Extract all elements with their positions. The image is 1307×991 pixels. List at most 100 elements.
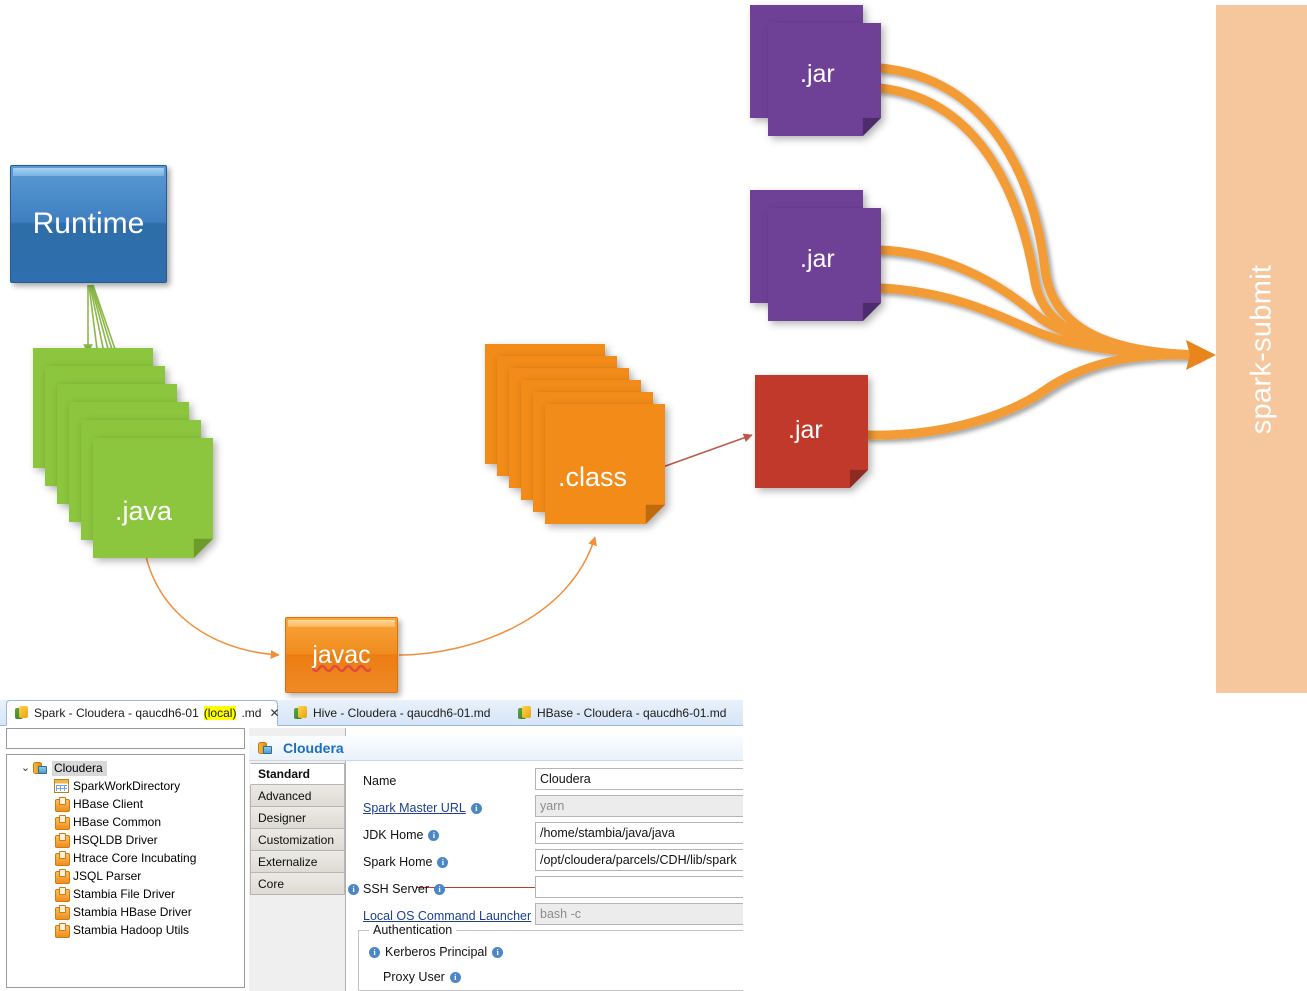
field-label-ssh-server: SSH Server: [363, 882, 429, 896]
info-icon[interactable]: i: [470, 802, 482, 814]
tree-item-stambia-file-driver[interactable]: Stambia File Driver: [7, 885, 244, 903]
tree-item-cloudera[interactable]: ⌄ Cloudera: [7, 759, 244, 777]
field-label-proxy-user: Proxy User: [383, 970, 445, 984]
tree-item-stambia-hadoop-utils[interactable]: Stambia Hadoop Utils: [7, 921, 244, 939]
tree-item-hbase-common[interactable]: HBase Common: [7, 813, 244, 831]
tree-item-sparkworkdirectory[interactable]: SparkWorkDirectory: [7, 777, 244, 795]
tab-spark-label-pre: Spark - Cloudera - qaucdh6-01: [34, 706, 199, 720]
edge-javac-to-class: [398, 536, 597, 656]
tree-item-hbase-client[interactable]: HBase Client: [7, 795, 244, 813]
package-icon: [54, 797, 70, 812]
field-row-name: Name: [346, 768, 396, 794]
field-row-spark-home: Spark Home i: [346, 849, 449, 875]
window-right-blank-area: [743, 700, 1307, 991]
runtime-node: Runtime: [10, 165, 167, 283]
tree-item-htrace-core-incubating[interactable]: Htrace Core Incubating: [7, 849, 244, 867]
java-file-icon: [15, 706, 29, 720]
editor-tab-bar: Spark - Cloudera - qaucdh6-01 (local) .md…: [0, 700, 745, 726]
tab-hive-cloudera[interactable]: Hive - Cloudera - qaucdh6-01.md: [286, 700, 498, 726]
edges-jars-to-spark-submit: [863, 63, 1201, 440]
section-tab-label: Standard: [258, 767, 311, 781]
metadata-tree-panel: ⌄ Cloudera SparkWorkDirectory HBase Clie…: [6, 728, 245, 988]
tab-close-icon[interactable]: ✕: [269, 707, 279, 719]
field-value-spark-home: /opt/cloudera/parcels/CDH/lib/spark: [540, 853, 737, 867]
spark-submit-arrowhead: [1186, 340, 1216, 370]
class-files-node: .class: [485, 344, 665, 524]
package-icon: [54, 887, 70, 902]
package-icon: [54, 833, 70, 848]
javac-node: javac: [285, 617, 398, 693]
tab-hbase-label: HBase - Cloudera - qaucdh6-01.md: [537, 706, 727, 720]
diagram-connectors: [83, 63, 1216, 659]
section-tab-core[interactable]: Core: [250, 873, 345, 895]
jar-red-node: .jar: [755, 375, 868, 488]
chevron-down-icon[interactable]: ⌄: [19, 762, 32, 774]
metadata-tree: ⌄ Cloudera SparkWorkDirectory HBase Clie…: [6, 754, 245, 988]
tree-item-label: Htrace Core Incubating: [73, 851, 197, 865]
build-pipeline-diagram: Runtime .java javac .class .jar .jar .ja…: [0, 0, 1307, 700]
field-label-spark-master-url[interactable]: Spark Master URL: [363, 801, 466, 815]
section-tab-externalize[interactable]: Externalize: [250, 851, 345, 873]
package-icon: [54, 905, 70, 920]
javac-label: javac: [312, 640, 371, 669]
package-icon: [54, 923, 70, 938]
field-row-ssh-server: i SSH Server i: [346, 876, 445, 902]
info-icon[interactable]: i: [449, 971, 461, 983]
field-label-spark-home: Spark Home: [363, 855, 433, 869]
field-row-kerberos-principal: i Kerberos Principal i: [369, 945, 504, 959]
tab-hive-label: Hive - Cloudera - qaucdh6-01.md: [313, 706, 491, 720]
authentication-legend: Authentication: [369, 923, 457, 937]
tree-item-label: Cloudera: [52, 760, 107, 776]
section-tab-label: Core: [258, 876, 285, 891]
tree-item-label: HBase Common: [73, 815, 162, 829]
info-icon[interactable]: i: [434, 883, 445, 895]
field-label-jdk-home: JDK Home: [363, 828, 424, 842]
screen-root: Runtime .java javac .class .jar .jar .ja…: [0, 0, 1307, 991]
field-label-local-os-command-launcher[interactable]: Local OS Command Launcher: [363, 909, 531, 923]
tree-item-jsql-parser[interactable]: JSQL Parser: [7, 867, 244, 885]
field-value-spark-master-url: yarn: [540, 799, 565, 813]
package-icon: [54, 851, 70, 866]
tab-spark-label-highlight: (local): [203, 706, 237, 720]
info-icon[interactable]: i: [428, 829, 440, 841]
jar-purple-top-node: .jar: [750, 5, 881, 136]
section-tab-label: Advanced: [258, 788, 312, 803]
field-value-local-os-command-launcher: bash -c: [540, 907, 581, 921]
info-icon[interactable]: i: [437, 856, 449, 868]
spark-submit-node: spark-submit: [1216, 5, 1307, 693]
tree-item-label: HSQLDB Driver: [73, 833, 158, 847]
info-icon-leading[interactable]: i: [369, 946, 380, 958]
form-header-title: Cloudera: [283, 740, 344, 756]
jar-purple-mid-node: .jar: [750, 190, 881, 321]
section-tab-customization[interactable]: Customization: [250, 829, 345, 851]
tree-item-label: SparkWorkDirectory: [73, 779, 181, 793]
info-icon[interactable]: i: [492, 946, 504, 958]
tree-item-label: HBase Client: [73, 797, 144, 811]
tab-spark-label-post: .md: [241, 706, 262, 720]
field-label-name: Name: [363, 774, 397, 788]
search-input[interactable]: [6, 728, 245, 749]
section-tab-advanced[interactable]: Advanced: [250, 785, 345, 807]
tree-item-label: Stambia HBase Driver: [73, 905, 192, 919]
spark-submit-label: spark-submit: [1245, 264, 1277, 434]
java-file-icon: [518, 706, 532, 720]
section-tab-standard[interactable]: Standard: [250, 763, 345, 785]
info-icon-leading[interactable]: i: [348, 883, 359, 895]
package-icon: [54, 815, 70, 830]
tree-item-label: JSQL Parser: [73, 869, 142, 883]
field-row-spark-master-url: Spark Master URL i: [346, 795, 482, 821]
grid-table-icon: [54, 779, 69, 793]
section-tab-label: Externalize: [258, 854, 318, 869]
tree-item-label: Stambia File Driver: [73, 887, 176, 901]
database-server-icon: [257, 741, 273, 756]
field-row-jdk-home: JDK Home i: [346, 822, 440, 848]
field-value-name: Cloudera: [540, 772, 591, 786]
tree-item-hsqldb-driver[interactable]: HSQLDB Driver: [7, 831, 244, 849]
section-tab-list: Standard Advanced Designer Customization…: [250, 763, 345, 895]
tab-hbase-cloudera[interactable]: HBase - Cloudera - qaucdh6-01.md: [510, 700, 734, 726]
field-row-proxy-user: Proxy User i: [383, 970, 461, 984]
section-tab-designer[interactable]: Designer: [250, 807, 345, 829]
tab-spark-cloudera[interactable]: Spark - Cloudera - qaucdh6-01 (local) .md…: [6, 700, 280, 726]
package-icon: [54, 869, 70, 884]
tree-item-stambia-hbase-driver[interactable]: Stambia HBase Driver: [7, 903, 244, 921]
